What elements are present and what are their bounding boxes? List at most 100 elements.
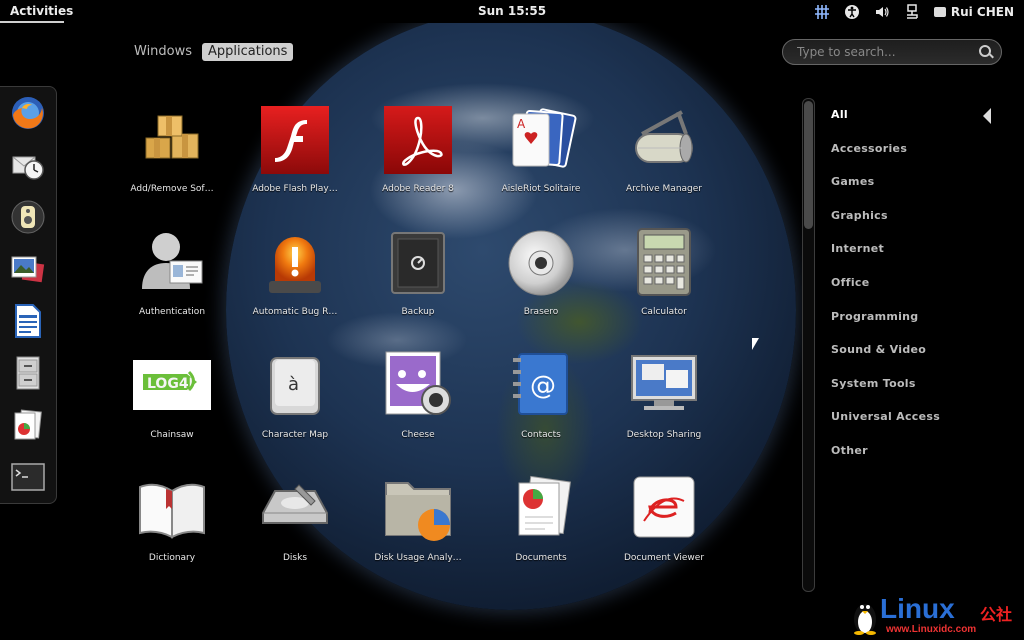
view-selector: Windows Applications bbox=[128, 43, 297, 61]
book-icon bbox=[136, 473, 208, 545]
app-backup[interactable]: Backup bbox=[358, 227, 478, 337]
calculator-icon bbox=[628, 227, 700, 299]
app-documents[interactable]: Documents bbox=[481, 473, 601, 583]
firefox-icon[interactable] bbox=[10, 95, 46, 131]
category-other[interactable]: Other bbox=[831, 444, 940, 478]
app-chainsaw[interactable]: LOG4J Chainsaw bbox=[112, 350, 232, 460]
user-menu[interactable]: Rui CHEN bbox=[933, 5, 1014, 19]
category-internet[interactable]: Internet bbox=[831, 242, 940, 276]
key-a-grave-icon: à bbox=[259, 350, 331, 422]
archive-roller-icon bbox=[628, 104, 700, 176]
app-document-viewer[interactable]: Document Viewer bbox=[604, 473, 724, 583]
input-grid-icon[interactable] bbox=[814, 4, 830, 20]
category-system-tools[interactable]: System Tools bbox=[831, 377, 940, 411]
writer-icon[interactable] bbox=[10, 303, 46, 339]
app-add-remove-software[interactable]: Add/Remove Sof… bbox=[112, 104, 232, 214]
app-desktop-sharing[interactable]: Desktop Sharing bbox=[604, 350, 724, 460]
watermark-brand: Linux bbox=[880, 593, 955, 624]
app-aisleriot-solitaire[interactable]: A AisleRiot Solitaire bbox=[481, 104, 601, 214]
accessibility-icon[interactable] bbox=[844, 4, 860, 20]
scrollbar-thumb[interactable] bbox=[804, 101, 813, 229]
activities-underline bbox=[0, 21, 64, 23]
system-tray: Rui CHEN bbox=[814, 3, 1024, 21]
svg-text:LOG4J: LOG4J bbox=[147, 376, 194, 392]
desktop-sharing-icon bbox=[628, 350, 700, 422]
app-contacts[interactable]: @ Contacts bbox=[481, 350, 601, 460]
app-automatic-bug-reporting[interactable]: Automatic Bug R… bbox=[235, 227, 355, 337]
app-label: Backup bbox=[401, 307, 435, 317]
flash-icon bbox=[259, 104, 331, 176]
app-label: AisleRiot Solitaire bbox=[501, 184, 581, 194]
app-label: Character Map bbox=[261, 430, 329, 440]
tux-penguin-icon bbox=[854, 604, 876, 635]
search-icon[interactable] bbox=[979, 45, 991, 57]
category-office[interactable]: Office bbox=[831, 276, 940, 310]
app-brasero[interactable]: Brasero bbox=[481, 227, 601, 337]
app-label: Documents bbox=[515, 553, 567, 563]
watermark: Linux 公社 www.Linuxidc.com bbox=[848, 593, 1024, 640]
search-box[interactable] bbox=[782, 39, 1002, 65]
terminal-icon[interactable] bbox=[10, 459, 46, 495]
evolution-icon[interactable] bbox=[10, 147, 46, 183]
app-calculator[interactable]: Calculator bbox=[604, 227, 724, 337]
disk-utility-icon bbox=[259, 473, 331, 545]
mouse-pointer-icon bbox=[752, 338, 759, 350]
app-label: Desktop Sharing bbox=[626, 430, 702, 440]
file-cabinet-icon[interactable] bbox=[10, 355, 46, 391]
tab-windows[interactable]: Windows bbox=[128, 43, 198, 61]
network-icon[interactable] bbox=[904, 4, 920, 20]
folder-pie-icon bbox=[382, 473, 454, 545]
app-grid-scrollbar[interactable] bbox=[802, 98, 815, 592]
app-dictionary[interactable]: Dictionary bbox=[112, 473, 232, 583]
app-label: Adobe Flash Play… bbox=[252, 184, 338, 194]
category-graphics[interactable]: Graphics bbox=[831, 209, 940, 243]
documents-icon[interactable] bbox=[10, 407, 46, 443]
search-input[interactable] bbox=[795, 44, 969, 60]
adobe-reader-icon bbox=[382, 104, 454, 176]
watermark-brand-cn: 公社 bbox=[980, 605, 1013, 624]
top-bar: Activities Sun 15:55 Rui CHEN bbox=[0, 0, 1024, 23]
app-label: Document Viewer bbox=[623, 553, 705, 563]
alarm-light-icon bbox=[259, 227, 331, 299]
svg-text:@: @ bbox=[530, 371, 556, 401]
app-cheese[interactable]: Cheese bbox=[358, 350, 478, 460]
app-label: Adobe Reader 8 bbox=[382, 184, 454, 194]
category-all[interactable]: All bbox=[831, 108, 940, 142]
app-disk-usage-analyzer[interactable]: Disk Usage Analy… bbox=[358, 473, 478, 583]
app-label: Automatic Bug R… bbox=[252, 307, 338, 317]
category-accessories[interactable]: Accessories bbox=[831, 142, 940, 176]
app-label: Add/Remove Sof… bbox=[130, 184, 214, 194]
app-label: Cheese bbox=[401, 430, 435, 440]
category-list: All Accessories Games Graphics Internet … bbox=[831, 108, 940, 478]
app-authentication[interactable]: Authentication bbox=[112, 227, 232, 337]
app-label: Contacts bbox=[521, 430, 561, 440]
documents-icon bbox=[505, 473, 577, 545]
app-label: Disk Usage Analy… bbox=[374, 553, 462, 563]
category-games[interactable]: Games bbox=[831, 175, 940, 209]
rhythmbox-icon[interactable] bbox=[10, 199, 46, 235]
app-label: Chainsaw bbox=[150, 430, 194, 440]
chat-status-icon bbox=[933, 7, 946, 17]
package-boxes-icon bbox=[136, 104, 208, 176]
tab-applications[interactable]: Applications bbox=[202, 43, 294, 61]
app-label: Disks bbox=[282, 553, 308, 563]
app-label: Authentication bbox=[138, 307, 206, 317]
category-sound-video[interactable]: Sound & Video bbox=[831, 343, 940, 377]
dash bbox=[0, 86, 57, 504]
svg-text:A: A bbox=[517, 117, 526, 131]
app-label: Archive Manager bbox=[626, 184, 702, 194]
app-adobe-reader[interactable]: Adobe Reader 8 bbox=[358, 104, 478, 214]
authentication-user-icon bbox=[136, 227, 208, 299]
volume-icon[interactable] bbox=[874, 4, 890, 20]
app-disks[interactable]: Disks bbox=[235, 473, 355, 583]
app-label: Calculator bbox=[641, 307, 687, 317]
user-name: Rui CHEN bbox=[950, 5, 1014, 19]
image-viewer-icon[interactable] bbox=[10, 251, 46, 287]
selected-category-arrow-icon bbox=[983, 108, 991, 124]
app-archive-manager[interactable]: Archive Manager bbox=[604, 104, 724, 214]
category-universal-access[interactable]: Universal Access bbox=[831, 410, 940, 444]
app-adobe-flash-player[interactable]: Adobe Flash Play… bbox=[235, 104, 355, 214]
category-programming[interactable]: Programming bbox=[831, 310, 940, 344]
app-label: Brasero bbox=[523, 307, 559, 317]
app-character-map[interactable]: à Character Map bbox=[235, 350, 355, 460]
